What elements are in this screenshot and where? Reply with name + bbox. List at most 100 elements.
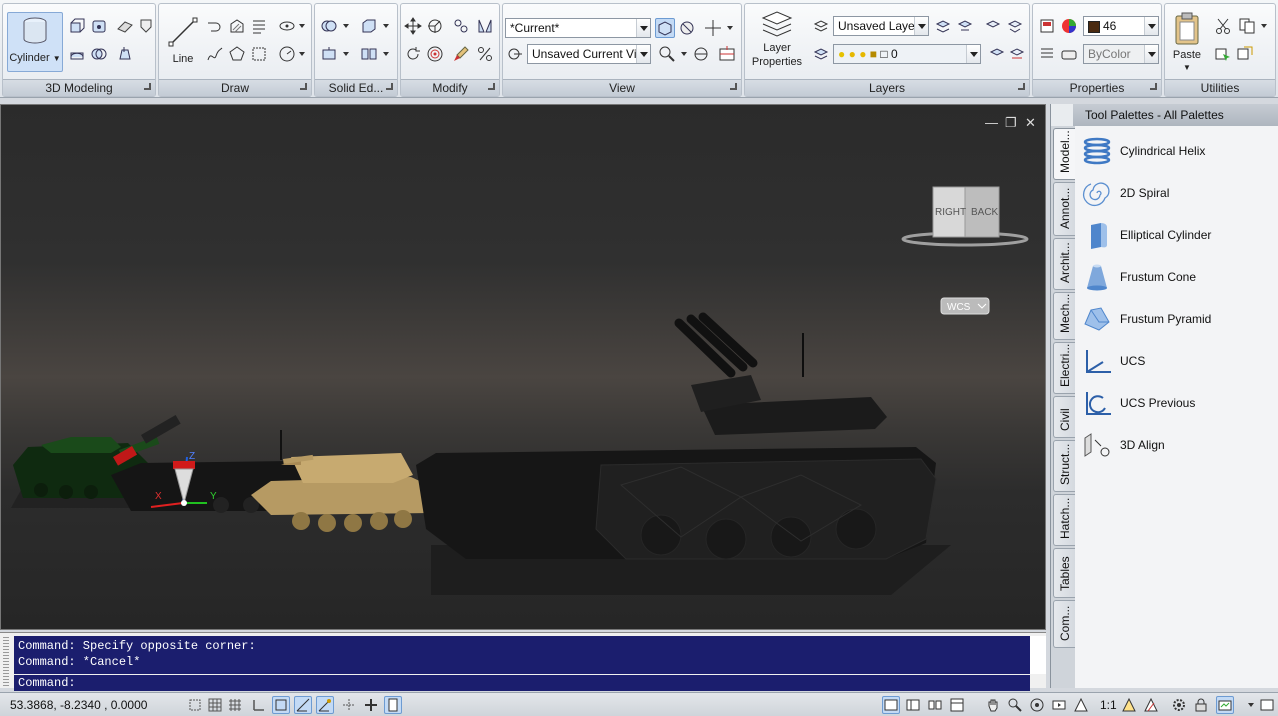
- panel-title-solid-edit[interactable]: Solid Ed...: [315, 79, 397, 96]
- lock-icon[interactable]: ■: [870, 47, 877, 61]
- zoom-button[interactable]: [657, 44, 677, 64]
- shaded-button[interactable]: [655, 18, 675, 38]
- named-views-button[interactable]: [505, 44, 525, 64]
- match-props-button[interactable]: [1037, 16, 1057, 36]
- coordinate-readout[interactable]: 53.3868, -8.2340 , 0.0000: [10, 698, 147, 712]
- scale-button[interactable]: [475, 44, 495, 64]
- linetype-button[interactable]: [1059, 44, 1079, 64]
- ortho-button[interactable]: [250, 696, 268, 714]
- 3d-osnap-button[interactable]: [316, 696, 334, 714]
- shield-shape-button[interactable]: [136, 16, 156, 36]
- spline-button[interactable]: [205, 44, 225, 64]
- mirror-button[interactable]: [475, 16, 495, 36]
- palette-item-elliptical-cylinder[interactable]: Elliptical Cylinder: [1079, 216, 1275, 254]
- palette-item-ucs-previous[interactable]: UCS Previous: [1079, 384, 1275, 422]
- 3d-move-button[interactable]: [425, 16, 445, 36]
- match-properties-button[interactable]: [451, 44, 471, 64]
- orbit-button[interactable]: [691, 44, 711, 64]
- zoom-dropdown-icon[interactable]: [681, 52, 687, 56]
- sun-vp-icon[interactable]: ●: [859, 47, 866, 61]
- linetype-combo[interactable]: ByColor: [1083, 44, 1159, 64]
- union-shape-button[interactable]: [115, 16, 135, 36]
- grid-button[interactable]: [226, 696, 244, 714]
- panel-title-layers[interactable]: Layers: [745, 79, 1029, 96]
- zoom-status-button[interactable]: [1006, 696, 1024, 714]
- layer-previous-button[interactable]: [1007, 44, 1027, 64]
- layer-dropdown-icon[interactable]: [966, 45, 980, 63]
- dyn-button[interactable]: [384, 696, 402, 714]
- command-grip-handle[interactable]: [3, 637, 9, 687]
- list-button[interactable]: [1037, 44, 1057, 64]
- panel-launcher-icon[interactable]: [300, 83, 307, 90]
- pan-dropdown-icon[interactable]: [727, 26, 733, 30]
- tab-command[interactable]: Com...: [1053, 600, 1075, 648]
- panel-title-3d-modeling[interactable]: 3D Modeling: [3, 79, 155, 96]
- layer-state-button[interactable]: [811, 16, 831, 36]
- panel-launcher-icon[interactable]: [1018, 83, 1025, 90]
- presspull-button[interactable]: [89, 16, 109, 36]
- black-tank-model[interactable]: [416, 312, 937, 560]
- steering-wheel-button[interactable]: [1028, 696, 1046, 714]
- layer-state-dropdown-icon[interactable]: [914, 17, 928, 35]
- quick-view-layouts-button[interactable]: [904, 696, 922, 714]
- panel-title-modify[interactable]: Modify: [401, 79, 499, 96]
- extrude-faces-button[interactable]: [319, 44, 339, 64]
- snap-button[interactable]: [206, 696, 224, 714]
- circle-button[interactable]: [277, 44, 297, 64]
- xray-button[interactable]: [677, 18, 697, 38]
- move-button[interactable]: [403, 16, 423, 36]
- layer-properties-button[interactable]: Layer Properties: [747, 8, 807, 76]
- panel-title-draw[interactable]: Draw: [159, 79, 311, 96]
- view-combo-dropdown-icon[interactable]: [636, 45, 650, 63]
- layout-button[interactable]: [948, 696, 966, 714]
- extract-edges-button[interactable]: [359, 16, 379, 36]
- polyline-button[interactable]: [205, 16, 225, 36]
- color-combo[interactable]: 46: [1083, 16, 1159, 36]
- annotation-scale-value[interactable]: 1:1: [1100, 698, 1117, 712]
- otrack-button[interactable]: [340, 696, 358, 714]
- extract-dropdown-icon[interactable]: [383, 24, 389, 28]
- command-input[interactable]: Command:: [14, 675, 1030, 691]
- 3d-rotate-button[interactable]: [425, 44, 445, 64]
- palette-item-helix[interactable]: Cylindrical Helix: [1079, 132, 1275, 170]
- copy-objects-button[interactable]: [451, 16, 471, 36]
- loft-button[interactable]: [115, 44, 135, 64]
- layer-isolate-button[interactable]: [933, 16, 953, 36]
- layer-lock-button[interactable]: [1005, 16, 1025, 36]
- viewcube-back-label[interactable]: BACK: [971, 207, 999, 218]
- lightbulb-icon[interactable]: ●: [838, 47, 845, 61]
- copy-button[interactable]: [1237, 16, 1257, 36]
- clean-screen-button[interactable]: [1258, 696, 1276, 714]
- palette-title[interactable]: Tool Palettes - All Palettes: [1073, 104, 1278, 126]
- rectangle-hatch-button[interactable]: [249, 44, 269, 64]
- line-button[interactable]: Line: [163, 14, 203, 68]
- polygon-button[interactable]: [227, 44, 247, 64]
- select-similar-button[interactable]: [1235, 44, 1255, 64]
- layer-walk-button[interactable]: [811, 44, 831, 64]
- quick-view-drawings-button[interactable]: [926, 696, 944, 714]
- model-space-button[interactable]: [882, 696, 900, 714]
- drawing-viewport[interactable]: — ❐ ✕ RIGHT BACK WCS X Y Z: [0, 104, 1046, 630]
- annotation-visibility-button[interactable]: [1120, 696, 1138, 714]
- viewcube[interactable]: RIGHT BACK: [901, 186, 1029, 247]
- hatch-draw-button[interactable]: [227, 16, 247, 36]
- viewcube-right-label[interactable]: RIGHT: [935, 207, 966, 218]
- annotation-scale-button[interactable]: [1072, 696, 1090, 714]
- workspace-switching-button[interactable]: [1170, 696, 1188, 714]
- pan-status-button[interactable]: [984, 696, 1002, 714]
- visual-style-dropdown-icon[interactable]: [636, 19, 650, 37]
- panel-launcher-icon[interactable]: [730, 83, 737, 90]
- command-scrollbar[interactable]: [1030, 636, 1046, 674]
- quick-select-button[interactable]: [1213, 44, 1233, 64]
- palette-item-frustum-cone[interactable]: Frustum Cone: [1079, 258, 1275, 296]
- palette-item-3d-align[interactable]: 3D Align: [1079, 426, 1275, 464]
- extrude-button[interactable]: [67, 16, 87, 36]
- layer-combo[interactable]: ● ● ● ■ □ 0: [833, 44, 981, 64]
- palette-item-spiral[interactable]: 2D Spiral: [1079, 174, 1275, 212]
- hardware-acceleration-button[interactable]: [1216, 696, 1234, 714]
- ellipse-button[interactable]: [277, 16, 297, 36]
- ellipse-dropdown-icon[interactable]: [299, 24, 305, 28]
- separate-dropdown-icon[interactable]: [383, 52, 389, 56]
- text-lines-button[interactable]: [249, 16, 269, 36]
- polar-button[interactable]: [272, 696, 290, 714]
